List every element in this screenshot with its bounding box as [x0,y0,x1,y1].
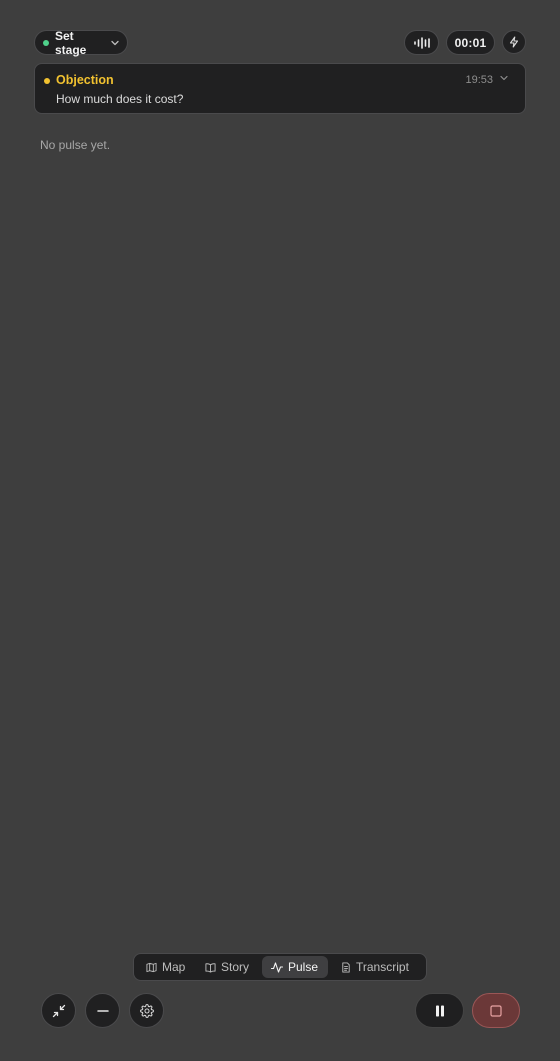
tab-transcript-label: Transcript [356,960,409,974]
pause-icon [435,1005,445,1017]
pulse-empty-state: No pulse yet. [40,138,111,152]
objection-text: How much does it cost? [56,92,184,106]
minimize-button[interactable] [85,993,120,1028]
tab-pulse-label: Pulse [288,960,319,974]
objection-indicator-dot [44,78,50,84]
stop-button[interactable] [472,993,520,1028]
tab-transcript[interactable]: Transcript [332,956,418,978]
objection-timestamp: 19:53 [465,74,493,86]
objection-title: Objection [56,73,114,87]
pause-button[interactable] [415,993,464,1028]
chevron-down-icon[interactable] [500,75,508,81]
tab-story-label: Story [221,960,250,974]
book-icon [205,962,216,973]
call-timer: 00:01 [446,30,495,55]
tab-map-label: Map [162,960,186,974]
minus-icon [96,1009,109,1012]
chevron-down-icon [111,40,119,46]
lightning-icon [508,36,520,48]
set-stage-button[interactable]: Set stage [34,28,128,57]
settings-button[interactable] [129,993,164,1028]
stop-icon [490,1004,502,1017]
gear-icon [139,1003,154,1018]
tab-map[interactable]: Map [137,956,195,978]
map-icon [146,962,157,973]
audio-level-button[interactable] [404,30,439,55]
objection-card[interactable]: Objection How much does it cost? 19:53 [34,63,526,114]
stage-status-dot [43,39,49,46]
pulse-icon [271,961,283,973]
collapse-button[interactable] [41,993,76,1028]
document-icon [341,961,351,973]
view-tab-bar: Map Story Pulse Transcript [133,953,427,981]
set-stage-label: Set stage [55,28,87,57]
collapse-arrows-icon [52,1004,66,1018]
audio-waveform-icon [413,36,431,49]
tab-story[interactable]: Story [196,956,256,978]
ai-assist-button[interactable] [502,30,526,54]
tab-pulse[interactable]: Pulse [262,956,328,978]
